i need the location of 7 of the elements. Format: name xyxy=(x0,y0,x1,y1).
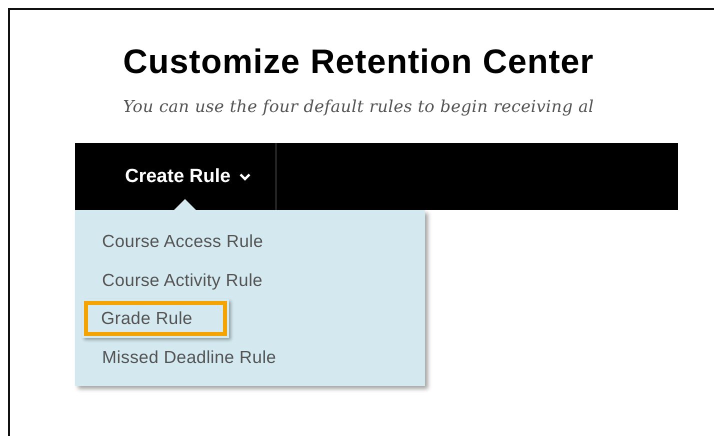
menu-item[interactable]: Course Access Rule xyxy=(75,222,425,260)
menu-item[interactable]: Grade Rule xyxy=(82,299,229,338)
chevron-down-icon xyxy=(238,172,251,180)
menu-item[interactable]: Missed Deadline Rule xyxy=(75,338,425,376)
page-description: You can use the four default rules to begin receiving al xyxy=(123,96,594,118)
menu-item[interactable]: Course Activity Rule xyxy=(75,260,425,299)
page-title: Customize Retention Center xyxy=(123,42,594,82)
